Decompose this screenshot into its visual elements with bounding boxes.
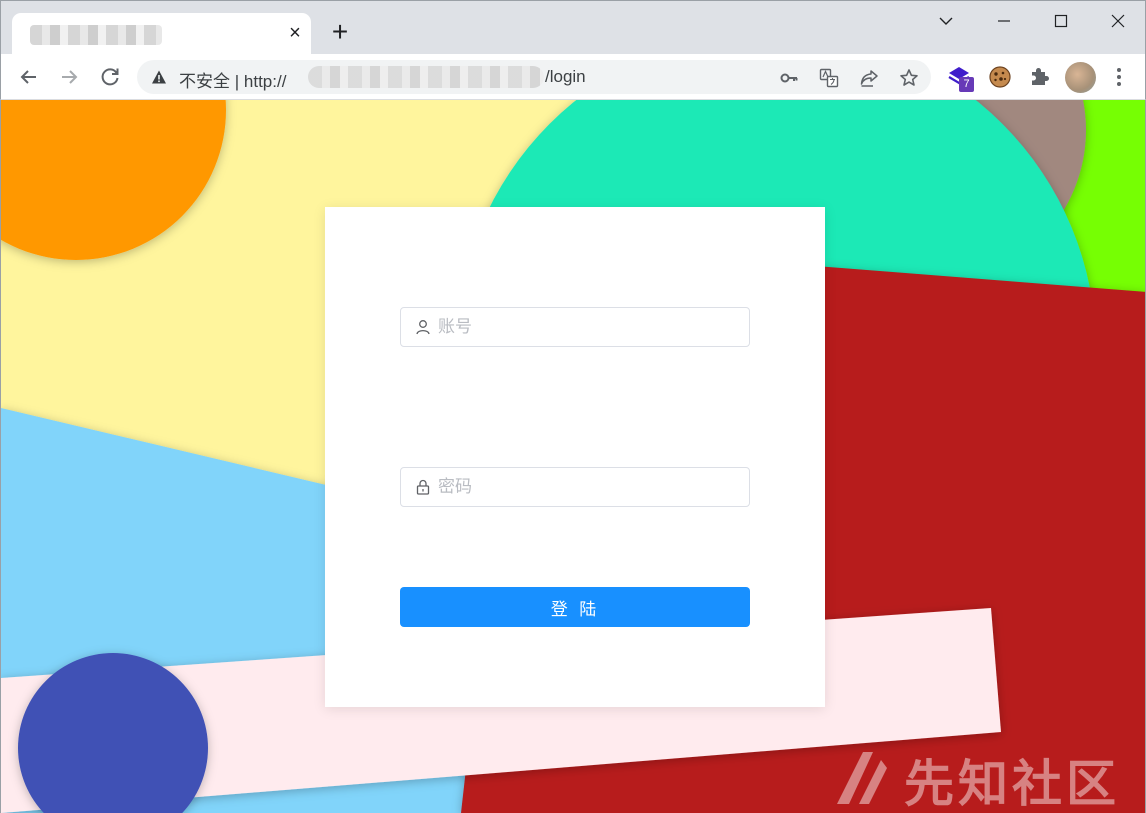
maximize-icon[interactable]	[1047, 7, 1075, 35]
url-path: /login	[545, 67, 586, 86]
url-host-blurred	[308, 66, 544, 88]
puzzle-extensions-icon[interactable]	[1028, 65, 1052, 89]
stack-extension-icon[interactable]: 7	[947, 65, 974, 92]
profile-avatar[interactable]	[1065, 62, 1096, 93]
watermark: 先知社区	[829, 740, 1129, 813]
extension-badge: 7	[959, 77, 974, 92]
translate-icon[interactable]	[819, 68, 839, 88]
key-icon[interactable]	[779, 68, 799, 88]
url-text: 不安全 | http://	[179, 67, 286, 92]
watermark-text: 先知社区	[904, 755, 1120, 813]
username-input[interactable]	[438, 308, 743, 346]
tab-title-blurred	[30, 25, 162, 45]
back-arrow-icon[interactable]	[16, 64, 42, 90]
tab-close-icon[interactable]: ×	[284, 22, 306, 44]
url-prefix: http://	[243, 72, 287, 91]
browser-menu-icon[interactable]	[1109, 65, 1129, 89]
browser-tab[interactable]: ×	[12, 13, 311, 55]
lock-icon	[416, 479, 430, 495]
tab-search-icon[interactable]	[932, 7, 960, 35]
bookmark-star-icon[interactable]	[899, 68, 919, 88]
page-viewport: 登 陆 先知社区	[0, 100, 1146, 813]
user-icon	[416, 320, 430, 335]
username-field[interactable]	[400, 307, 750, 347]
login-card: 登 陆	[325, 207, 825, 707]
security-separator: |	[234, 72, 240, 91]
cookie-extension-icon[interactable]	[988, 65, 1012, 89]
minimize-icon[interactable]	[990, 7, 1018, 35]
reload-icon[interactable]	[97, 64, 123, 90]
security-label: 不安全	[179, 72, 230, 91]
new-tab-button[interactable]: +	[326, 18, 354, 47]
browser-titlebar: × +	[0, 0, 1146, 55]
address-bar[interactable]: 不安全 | http:// /login	[137, 60, 931, 94]
password-input[interactable]	[438, 468, 743, 506]
password-field[interactable]	[400, 467, 750, 507]
window-close-icon[interactable]	[1104, 7, 1132, 35]
watermark-logo-icon	[837, 752, 887, 804]
login-button[interactable]: 登 陆	[400, 587, 750, 627]
warning-icon[interactable]	[151, 69, 167, 85]
forward-arrow-icon[interactable]	[56, 64, 82, 90]
browser-toolbar: 不安全 | http:// /login 7	[0, 54, 1146, 100]
share-icon[interactable]	[859, 68, 879, 88]
